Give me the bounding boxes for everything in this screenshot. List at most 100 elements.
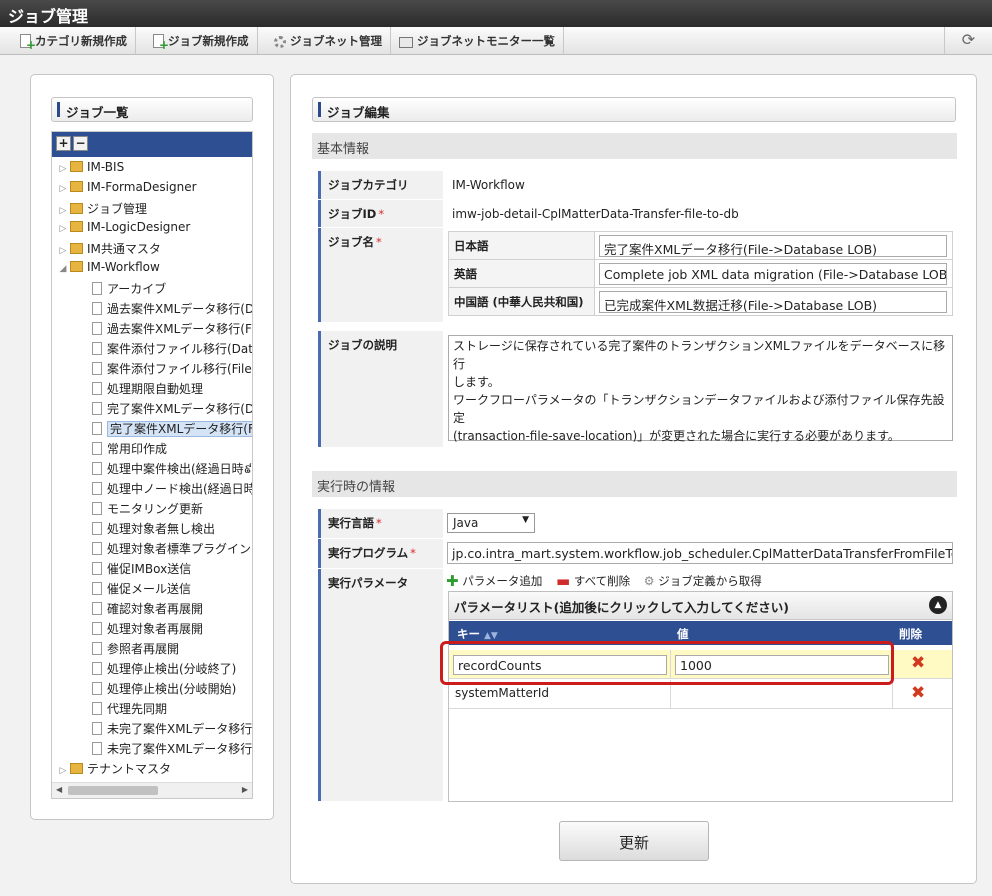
tree-item[interactable]: 処理中案件検出(経過日時៩ <box>52 460 252 480</box>
tree-item-label: 処理対象者再展開 <box>107 622 204 636</box>
description-line: ストレージに保存されている完了案件のトランザクションXMLファイルをデータベース… <box>453 339 946 371</box>
window-title: ジョブ管理 <box>0 0 992 27</box>
expand-arrow-icon[interactable]: ▷ <box>56 184 70 194</box>
tree-item-label: ジョブ管理 <box>87 202 148 216</box>
exec-program-input[interactable]: jp.co.intra_mart.system.workflow.job_sch… <box>447 542 953 564</box>
job-edit-panel: ジョブ編集 基本情報 ジョブカテゴリ IM-Workflow ジョブID * im… <box>290 74 977 884</box>
scroll-thumb[interactable] <box>68 786 158 795</box>
runtime-info-heading: 実行時の情報 <box>312 471 957 497</box>
tree-item[interactable]: 処理対象者標準プラグイン( <box>52 540 252 560</box>
document-icon <box>92 322 102 335</box>
tree-item[interactable]: ▷ テナントマスタ <box>52 760 252 780</box>
fetch-label: ジョブ定義から取得 <box>658 574 762 588</box>
tree-item-label: テナントマスタ <box>87 762 172 776</box>
delete-row-icon[interactable]: ✖ <box>911 653 925 673</box>
expand-all-button[interactable]: + <box>56 136 71 151</box>
tree-item[interactable]: 処理対象者再展開 <box>52 620 252 640</box>
column-header-key[interactable]: キー ▲▼ <box>457 626 498 642</box>
delete-row-icon[interactable]: ✖ <box>911 683 925 703</box>
tree-item[interactable]: ◢ IM-Workflow <box>52 260 252 280</box>
delete-all-button[interactable]: ▬ すべて削除 <box>556 572 630 590</box>
tree-item[interactable]: 常用印作成 <box>52 440 252 460</box>
tree-item[interactable]: アーカイブ <box>52 280 252 300</box>
add-param-button[interactable]: ✚ パラメータ追加 <box>446 572 542 590</box>
tree-item-label: 代理先同期 <box>107 702 168 716</box>
expand-arrow-icon[interactable]: ▷ <box>56 164 70 174</box>
scroll-left-icon[interactable]: ◀ <box>56 785 62 794</box>
tree-item[interactable]: 処理対象者無し検出 <box>52 520 252 540</box>
tree-item[interactable]: 催促メール送信 <box>52 580 252 600</box>
job-edit-title: ジョブ編集 <box>312 97 956 122</box>
tree-item[interactable]: 催促IMBox送信 <box>52 560 252 580</box>
update-button[interactable]: 更新 <box>559 821 709 861</box>
param-grid: パラメータリスト(追加後にクリックして入力してください) ▲ キー ▲▼ 値 削… <box>448 591 953 802</box>
tree-item-label: 常用印作成 <box>107 442 168 456</box>
expand-arrow-icon[interactable]: ▷ <box>56 246 70 256</box>
tree-item[interactable]: 過去案件XMLデータ移行(D <box>52 300 252 320</box>
tree-item-label: 処理対象者無し検出 <box>107 522 216 536</box>
description-line: ワークフローパラメータの「トランザクションデータファイルおよび添付ファイル保存先… <box>453 393 945 425</box>
fetch-from-definition-button[interactable]: ⚙ ジョブ定義から取得 <box>644 573 762 589</box>
tree-item[interactable]: 処理期限自動処理 <box>52 380 252 400</box>
tree-item[interactable]: 処理停止検出(分岐開始) <box>52 680 252 700</box>
tree-item[interactable]: ▷ IM-FormaDesigner <box>52 180 252 200</box>
job-id-label: ジョブID * <box>318 200 443 227</box>
expand-arrow-icon[interactable]: ▷ <box>56 224 70 234</box>
tree-item[interactable]: ▷ IM共通マスタ <box>52 240 252 260</box>
chevron-down-icon: ▼ <box>522 515 529 525</box>
tree-item[interactable]: 参照者再展開 <box>52 640 252 660</box>
document-icon <box>92 542 102 555</box>
tree-item[interactable]: 処理停止検出(分岐終了) <box>52 660 252 680</box>
lang-name: 英語 <box>448 259 595 288</box>
exec-program-row: 実行プログラム * jp.co.intra_mart.system.workflo… <box>318 539 956 568</box>
collapse-all-button[interactable]: − <box>73 136 88 151</box>
tree-item-label: 処理対象者標準プラグイン( <box>107 542 253 556</box>
tree-item[interactable]: 案件添付ファイル移行(File- <box>52 360 252 380</box>
collapse-icon[interactable]: ▲ <box>929 596 947 614</box>
collapse-arrow-icon[interactable]: ◢ <box>56 264 70 274</box>
tree-item[interactable]: ▷ ジョブ管理 <box>52 200 252 220</box>
document-icon <box>92 642 102 655</box>
tree-item-label: 過去案件XMLデータ移行(D <box>107 302 253 316</box>
job-name-zh-input[interactable]: 已完成案件XML数据迁移(File->Database LOB) <box>599 291 947 313</box>
tree-horizontal-scrollbar[interactable]: ◀ ▶ <box>52 782 252 798</box>
param-grid-caption: パラメータリスト(追加後にクリックして入力してください) ▲ <box>449 592 952 620</box>
exec-language-select[interactable]: Java ▼ <box>447 513 535 533</box>
tree-item[interactable]: 案件添付ファイル移行(Data <box>52 340 252 360</box>
job-description-textarea[interactable]: ストレージに保存されている完了案件のトランザクションXMLファイルをデータベース… <box>448 335 953 443</box>
tree-item-label: 案件添付ファイル移行(File- <box>107 362 253 376</box>
refresh-button[interactable]: ⟳ <box>944 27 992 54</box>
jobnet-monitor-button[interactable]: ジョブネットモニター一覧 <box>391 27 564 54</box>
job-description-row: ジョブの説明 ストレージに保存されている完了案件のトランザクションXMLファイル… <box>318 331 956 447</box>
tree-item-label: 処理停止検出(分岐開始) <box>107 682 237 696</box>
tree-item[interactable]: 未完了案件XMLデータ移行 <box>52 740 252 760</box>
tree-list: ▷ IM-BIS ▷ IM-FormaDesigner ▷ ジョブ管理 ▷ IM-LogicD… <box>52 157 252 780</box>
tree-item[interactable]: モニタリング更新 <box>52 500 252 520</box>
tree-item[interactable]: ▷ IM-BIS <box>52 160 252 180</box>
tree-item[interactable]: 処理中ノード検出(経過日時 <box>52 480 252 500</box>
jobnet-management-label: ジョブネット管理 <box>290 34 382 48</box>
folder-icon <box>70 181 83 192</box>
tree-item[interactable]: 過去案件XMLデータ移行(F <box>52 320 252 340</box>
job-tree: + − ▷ IM-BIS ▷ IM-FormaDesigner ▷ ジョブ管理 ▷ IM-Log… <box>51 131 253 799</box>
jobnet-management-button[interactable]: ジョブネット管理 <box>266 27 391 54</box>
tree-item-label: 処理停止検出(分岐終了) <box>107 662 237 676</box>
folder-icon <box>70 203 83 214</box>
job-list-panel: ジョブ一覧 + − ▷ IM-BIS ▷ IM-FormaDesigner ▷ ジョブ管理 ▷… <box>30 74 274 820</box>
job-name-en-input[interactable]: Complete job XML data migration (File->D… <box>599 263 947 285</box>
expand-arrow-icon[interactable]: ▷ <box>56 766 70 776</box>
scroll-right-icon[interactable]: ▶ <box>242 785 248 794</box>
document-icon <box>92 622 102 635</box>
job-category-label: ジョブカテゴリ <box>318 171 443 199</box>
tree-item[interactable]: 完了案件XMLデータ移行(D <box>52 400 252 420</box>
tree-item[interactable]: ▷ IM-LogicDesigner <box>52 220 252 240</box>
expand-arrow-icon[interactable]: ▷ <box>56 206 70 216</box>
tree-item[interactable]: 未完了案件XMLデータ移行 <box>52 720 252 740</box>
new-job-button[interactable]: ジョブ新規作成 <box>145 27 258 54</box>
tree-item[interactable]: 確認対象者再展開 <box>52 600 252 620</box>
job-name-ja-input[interactable]: 完了案件XMLデータ移行(File->Database LOB) <box>599 235 947 257</box>
new-category-button[interactable]: カテゴリ新規作成 <box>12 27 136 54</box>
tree-item[interactable]: 完了案件XMLデータ移行(F <box>52 420 252 440</box>
tree-item[interactable]: 代理先同期 <box>52 700 252 720</box>
tree-item-label: IM-BIS <box>87 160 125 174</box>
